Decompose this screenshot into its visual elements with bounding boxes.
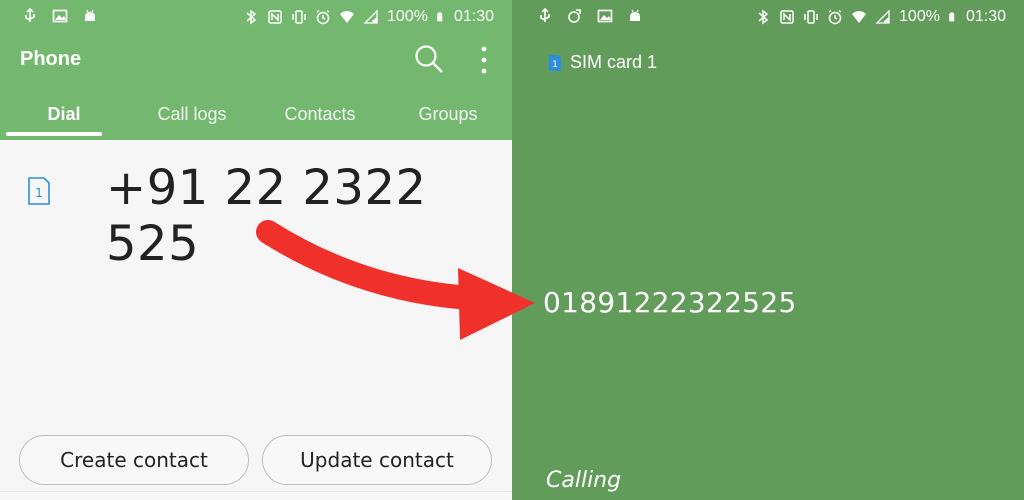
battery-icon	[949, 12, 955, 22]
sim-card-number: 1	[35, 186, 43, 200]
status-bar-calling: 100% 01:30	[512, 0, 1024, 34]
sim-card-icon: 1	[549, 54, 561, 71]
dialed-number-display[interactable]: +91 22 2322 525	[106, 160, 512, 272]
clock: 01:30	[965, 8, 1006, 25]
bluetooth-icon	[758, 9, 769, 25]
sim-card-icon: 1	[28, 177, 50, 205]
battery-icon	[437, 12, 443, 22]
calling-number: 01891222322525	[543, 286, 797, 319]
image-icon	[597, 9, 613, 23]
clock: 01:30	[453, 8, 494, 25]
nfc-icon	[780, 10, 794, 24]
divider	[0, 491, 512, 492]
create-contact-button[interactable]: Create contact	[19, 435, 249, 485]
bluetooth-icon	[246, 9, 257, 25]
image-icon	[52, 9, 68, 23]
tab-contacts[interactable]: Contacts	[256, 96, 384, 140]
android-debug-icon	[630, 9, 640, 21]
wifi-icon	[852, 11, 867, 23]
sim-card-name: SIM card 1	[570, 52, 658, 72]
battery-percent: 100%	[899, 8, 940, 25]
app-header: 100% 01:30 Phone Dial Call logs Contacts…	[0, 0, 512, 140]
alarm-icon	[316, 9, 330, 25]
tab-groups[interactable]: Groups	[384, 96, 512, 140]
call-status: Calling	[546, 468, 622, 493]
tab-call-logs[interactable]: Call logs	[128, 96, 256, 140]
nfc-icon	[268, 10, 282, 24]
usb-icon	[25, 8, 35, 22]
vibrate-icon	[292, 10, 306, 24]
dialer-screen: 100% 01:30 Phone Dial Call logs Contacts…	[0, 0, 512, 500]
status-bar: 100% 01:30	[0, 0, 512, 34]
signal-icon	[363, 9, 378, 24]
more-options-icon[interactable]	[474, 44, 494, 76]
sim-card-number: 1	[552, 60, 558, 70]
sim-card-label: 1 SIM card 1	[548, 52, 657, 73]
vibrate-icon	[804, 10, 818, 24]
wifi-icon	[340, 11, 355, 23]
update-contact-button[interactable]: Update contact	[262, 435, 492, 485]
android-debug-icon	[85, 9, 95, 21]
search-icon[interactable]	[414, 44, 444, 74]
signal-icon	[875, 9, 890, 24]
usb-icon	[540, 8, 550, 22]
tab-dial[interactable]: Dial	[0, 96, 128, 140]
alarm-icon	[828, 9, 842, 25]
calling-screen: 100% 01:30 1 SIM card 1 01891222322525 C…	[512, 0, 1024, 500]
app-title: Phone	[20, 48, 82, 70]
tab-bar: Dial Call logs Contacts Groups	[0, 96, 512, 140]
call-forward-icon	[568, 9, 581, 23]
battery-percent: 100%	[387, 8, 428, 25]
